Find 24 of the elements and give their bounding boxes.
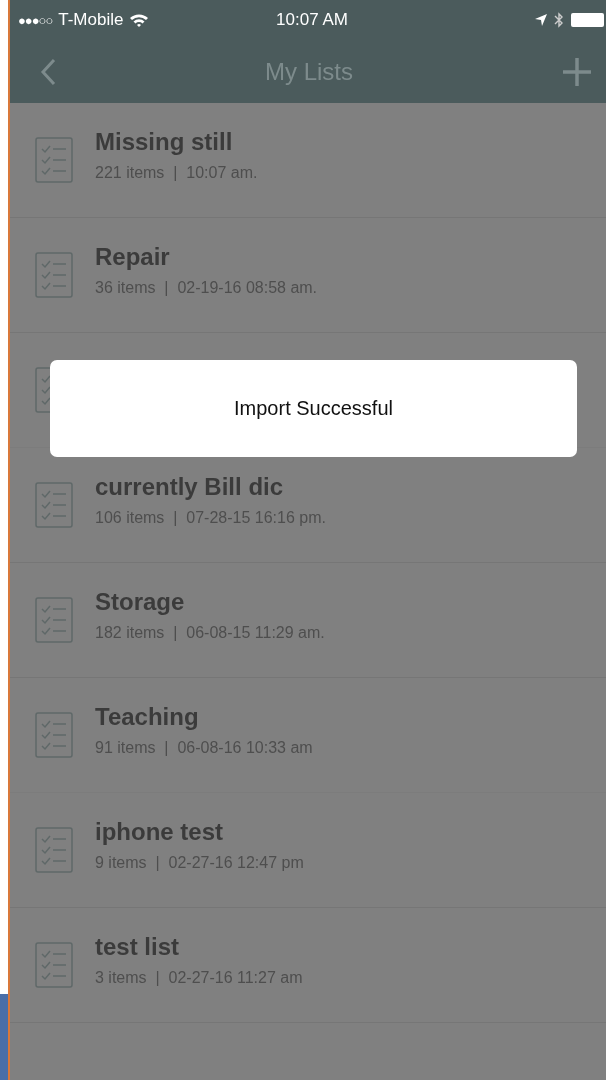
list-title: Missing still	[95, 128, 234, 156]
alert-message: Import Successful	[234, 397, 393, 420]
checklist-icon	[35, 942, 73, 988]
wifi-icon	[129, 12, 150, 28]
list-title: currently Bill dic	[95, 473, 285, 501]
location-arrow-icon	[534, 13, 548, 27]
checklist-icon	[35, 482, 73, 528]
carrier-label: T-Mobile	[58, 10, 124, 30]
checklist-icon	[35, 827, 73, 873]
list-title: Repair	[95, 243, 171, 271]
list-title: Storage	[95, 588, 186, 616]
list-title: iphone test	[95, 818, 224, 846]
checklist-icon	[35, 252, 73, 298]
checklist-icon	[35, 712, 73, 758]
bluetooth-icon	[554, 11, 564, 29]
battery-icon	[570, 12, 606, 28]
add-plus-icon[interactable]	[562, 56, 592, 87]
clock-time: 10:07 AM	[276, 10, 348, 30]
checklist-icon	[35, 597, 73, 643]
list-title: Teaching	[95, 703, 200, 731]
signal-dots: ●●●○○	[18, 12, 53, 28]
back-chevron-icon[interactable]	[40, 57, 56, 86]
checklist-icon	[35, 137, 73, 183]
list-title: test list	[95, 933, 181, 961]
